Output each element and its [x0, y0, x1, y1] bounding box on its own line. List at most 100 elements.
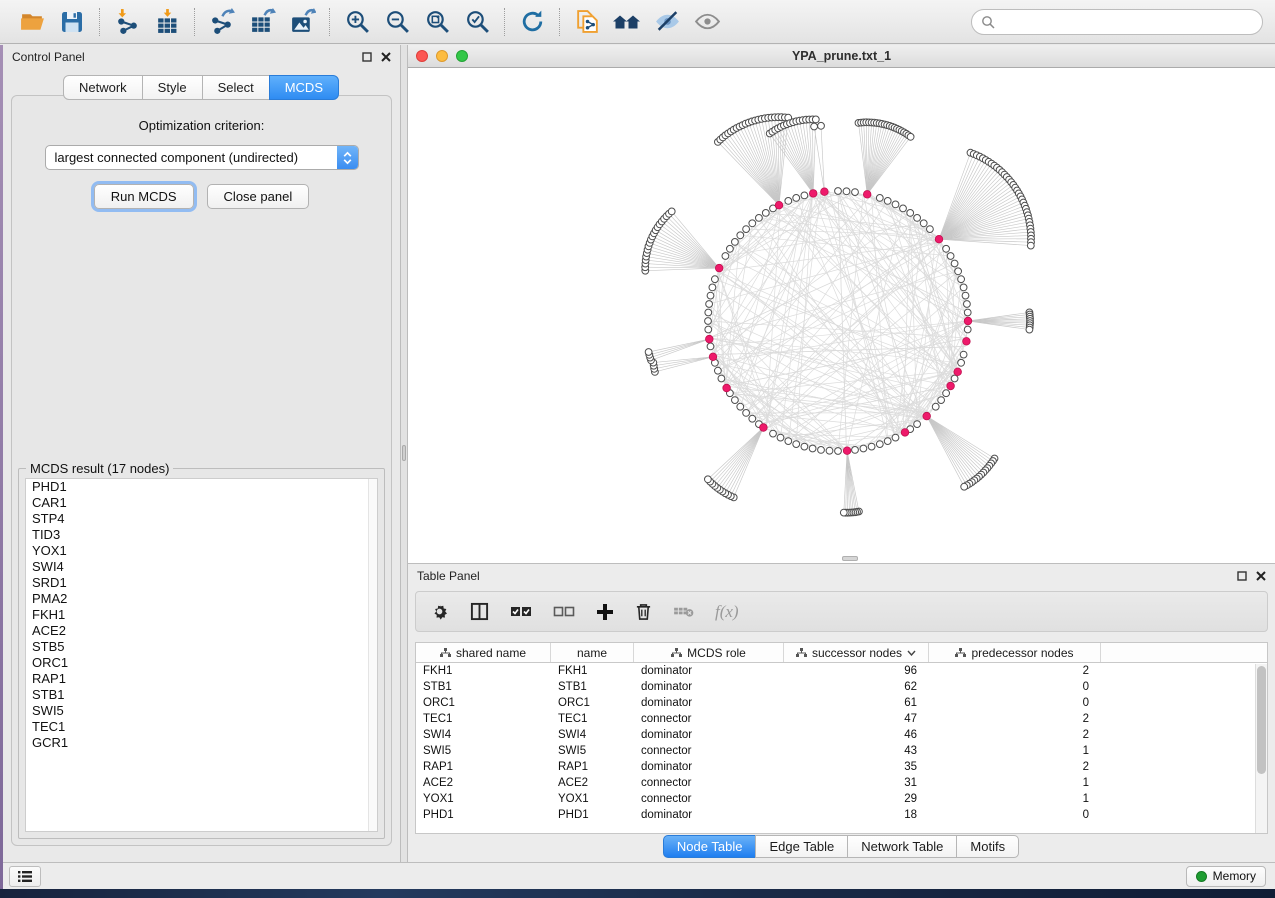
run-mcds-button[interactable]: Run MCDS [94, 184, 194, 209]
import-network-icon[interactable] [107, 5, 147, 39]
desktop-edge [0, 45, 3, 890]
export-table-icon[interactable] [242, 5, 282, 39]
hide-column-icon[interactable] [673, 604, 694, 619]
table-cell: dominator [634, 679, 784, 695]
table-row[interactable]: TEC1TEC1connector472 [416, 711, 1267, 727]
zoom-in-icon[interactable] [337, 5, 377, 39]
float-table-panel-icon[interactable] [1237, 571, 1247, 581]
show-panels-button[interactable] [9, 866, 41, 887]
result-list-scrollbar[interactable] [368, 479, 377, 831]
result-item[interactable]: STB5 [26, 639, 377, 655]
table-panel: Table Panel [408, 563, 1275, 862]
tab-select[interactable]: Select [202, 75, 270, 100]
result-item[interactable]: STB1 [26, 687, 377, 703]
network-canvas[interactable] [408, 68, 1275, 563]
result-item[interactable]: RAP1 [26, 671, 377, 687]
criterion-value: largest connected component (undirected) [55, 150, 299, 165]
table-cell: ACE2 [551, 775, 634, 791]
table-row[interactable]: RAP1RAP1dominator352 [416, 759, 1267, 775]
tab-edge-table[interactable]: Edge Table [755, 835, 848, 858]
tab-network-table[interactable]: Network Table [847, 835, 957, 858]
close-panel-button[interactable]: Close panel [207, 184, 310, 209]
result-item[interactable]: SWI4 [26, 559, 377, 575]
tab-style[interactable]: Style [142, 75, 203, 100]
table-cell: SWI5 [416, 743, 551, 759]
result-item[interactable]: TEC1 [26, 719, 377, 735]
open-file-icon[interactable] [12, 5, 52, 39]
result-item[interactable]: TID3 [26, 527, 377, 543]
mcds-result-list[interactable]: PHD1CAR1STP4TID3YOX1SWI4SRD1PMA2FKH1ACE2… [25, 478, 378, 832]
export-image-icon[interactable] [282, 5, 322, 39]
table-row[interactable]: PHD1PHD1dominator180 [416, 807, 1267, 823]
main-toolbar [0, 0, 1275, 44]
function-builder-icon[interactable]: f(x) [715, 602, 739, 622]
network-graph[interactable] [408, 68, 1275, 563]
search-icon [981, 15, 995, 29]
result-item[interactable]: YOX1 [26, 543, 377, 559]
control-panel-header: Control Panel [3, 45, 400, 69]
table-row[interactable]: YOX1YOX1connector291 [416, 791, 1267, 807]
toolbar-separator [504, 8, 505, 36]
result-item[interactable]: FKH1 [26, 607, 377, 623]
search-field[interactable] [971, 9, 1263, 35]
column-header-successor-nodes[interactable]: successor nodes [784, 643, 929, 662]
column-header-label: predecessor nodes [971, 646, 1073, 660]
search-input[interactable] [1001, 15, 1253, 29]
table-row[interactable]: SWI5SWI5connector431 [416, 743, 1267, 759]
result-item[interactable]: CAR1 [26, 495, 377, 511]
add-row-icon[interactable] [596, 603, 614, 621]
result-item[interactable]: ACE2 [26, 623, 377, 639]
result-item[interactable]: STP4 [26, 511, 377, 527]
first-neighbors-icon[interactable] [607, 5, 647, 39]
hide-selected-icon[interactable] [647, 5, 687, 39]
select-all-icon[interactable] [510, 604, 532, 620]
result-item[interactable]: GCR1 [26, 735, 377, 751]
result-item[interactable]: SRD1 [26, 575, 377, 591]
save-session-icon[interactable] [52, 5, 92, 39]
zoom-fit-icon[interactable] [417, 5, 457, 39]
zoom-selected-icon[interactable] [457, 5, 497, 39]
horizontal-splitter-grip[interactable] [842, 556, 858, 561]
result-item[interactable]: PHD1 [26, 479, 377, 495]
table-row[interactable]: SWI4SWI4dominator462 [416, 727, 1267, 743]
column-header-MCDS-role[interactable]: MCDS role [634, 643, 784, 662]
duplicate-network-icon[interactable] [567, 5, 607, 39]
delete-row-icon[interactable] [635, 602, 652, 621]
table-row[interactable]: ACE2ACE2connector311 [416, 775, 1267, 791]
table-row[interactable]: FKH1FKH1dominator962 [416, 663, 1267, 679]
column-header-name[interactable]: name [551, 643, 634, 662]
close-panel-icon[interactable] [381, 52, 391, 62]
show-all-icon[interactable] [687, 5, 727, 39]
float-panel-icon[interactable] [362, 52, 372, 62]
table-row[interactable]: ORC1ORC1dominator610 [416, 695, 1267, 711]
show-column-icon[interactable] [470, 602, 489, 621]
table-options-icon[interactable] [430, 602, 449, 621]
tab-motifs[interactable]: Motifs [956, 835, 1019, 858]
table-cell: 0 [929, 807, 1101, 823]
tab-node-table[interactable]: Node Table [663, 835, 757, 858]
memory-button[interactable]: Memory [1186, 866, 1266, 887]
tab-network[interactable]: Network [63, 75, 143, 100]
import-table-icon[interactable] [147, 5, 187, 39]
table-cell: 47 [784, 711, 929, 727]
table-cell: 2 [929, 759, 1101, 775]
table-cell: 0 [929, 679, 1101, 695]
tab-mcds[interactable]: MCDS [269, 75, 339, 100]
close-table-panel-icon[interactable] [1256, 571, 1266, 581]
refresh-view-icon[interactable] [512, 5, 552, 39]
table-scrollbar[interactable] [1255, 664, 1267, 833]
result-item[interactable]: PMA2 [26, 591, 377, 607]
result-item[interactable]: ORC1 [26, 655, 377, 671]
table-scrollbar-thumb[interactable] [1257, 666, 1266, 774]
table-cell: 2 [929, 711, 1101, 727]
vertical-splitter[interactable] [400, 45, 408, 862]
column-header-shared-name[interactable]: shared name [416, 643, 551, 662]
table-row[interactable]: STB1STB1dominator620 [416, 679, 1267, 695]
column-header-predecessor-nodes[interactable]: predecessor nodes [929, 643, 1101, 662]
criterion-dropdown[interactable]: largest connected component (undirected) [45, 145, 359, 170]
result-item[interactable]: SWI5 [26, 703, 377, 719]
export-network-icon[interactable] [202, 5, 242, 39]
zoom-out-icon[interactable] [377, 5, 417, 39]
splitter-grip[interactable] [402, 445, 406, 461]
deselect-all-icon[interactable] [553, 604, 575, 620]
